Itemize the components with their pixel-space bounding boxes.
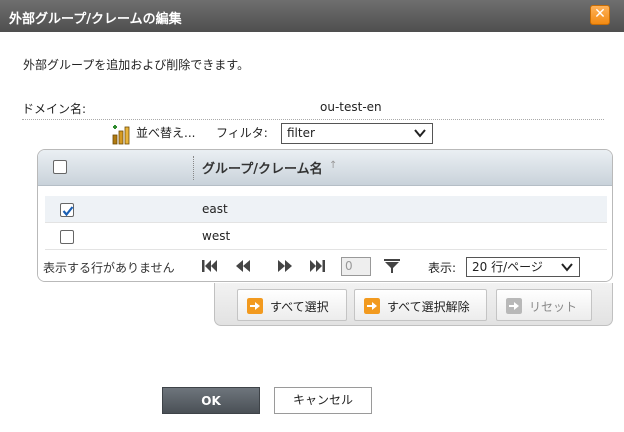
column-header-group-name[interactable]: グループ/クレーム名 — [202, 158, 323, 177]
page-number-input[interactable]: 0 — [341, 257, 371, 276]
per-page-value: 20 行/ページ — [472, 260, 543, 274]
sort-button[interactable]: 並べ替え... — [136, 124, 195, 141]
arrow-right-icon — [247, 298, 263, 314]
grid-footer: 表示する行がありません 0 表示: 20 行/ページ — [38, 250, 612, 281]
domain-row: ドメイン名: ou-test-en — [22, 98, 604, 120]
cancel-button[interactable]: キャンセル — [274, 387, 372, 414]
chevron-down-icon — [414, 129, 426, 138]
deselect-all-label: すべて選択解除 — [387, 300, 470, 314]
arrow-right-icon — [506, 298, 522, 314]
per-page-select[interactable]: 20 行/ページ — [466, 257, 580, 277]
group-grid: グループ/クレーム名 ↑ east west 表示する行がありません 0 表示:… — [37, 149, 613, 282]
grid-actions: すべて選択 すべて選択解除 リセット — [214, 283, 613, 326]
domain-value: ou-test-en — [320, 100, 382, 114]
column-divider — [193, 156, 194, 180]
select-all-checkbox[interactable] — [53, 160, 67, 174]
next-page-icon[interactable] — [276, 258, 294, 274]
row-name: west — [202, 229, 231, 243]
arrow-right-icon — [364, 298, 380, 314]
last-page-icon[interactable] — [308, 258, 326, 274]
row-name: east — [202, 202, 228, 216]
filter-select-value: filter — [287, 126, 315, 140]
chevron-down-icon — [561, 263, 573, 272]
deselect-all-button[interactable]: すべて選択解除 — [354, 289, 487, 321]
sort-icon[interactable] — [112, 125, 132, 145]
filter-icon[interactable] — [383, 258, 401, 274]
row-checkbox[interactable] — [60, 203, 74, 217]
domain-label: ドメイン名: — [22, 102, 87, 116]
select-all-label: すべて選択 — [270, 300, 329, 314]
first-page-icon[interactable] — [201, 258, 219, 274]
grid-header: グループ/クレーム名 ↑ — [38, 150, 612, 186]
ok-button[interactable]: OK — [162, 387, 260, 414]
dialog-title: 外部グループ/クレームの編集 — [9, 12, 182, 27]
dialog-titlebar: 外部グループ/クレームの編集 ✕ — [0, 0, 624, 32]
reset-button[interactable]: リセット — [496, 289, 592, 321]
previous-page-icon[interactable] — [234, 258, 252, 274]
row-checkbox[interactable] — [60, 230, 74, 244]
table-row[interactable]: west — [45, 223, 607, 250]
table-row[interactable]: east — [45, 196, 607, 223]
sort-arrow-icon: ↑ — [329, 160, 338, 171]
select-all-button[interactable]: すべて選択 — [237, 289, 347, 321]
per-page-label: 表示: — [428, 261, 457, 275]
empty-message: 表示する行がありません — [43, 261, 175, 275]
filter-select[interactable]: filter — [281, 123, 433, 144]
reset-label: リセット — [529, 300, 578, 314]
filter-label: フィルタ: — [216, 126, 268, 140]
close-icon[interactable]: ✕ — [590, 5, 610, 25]
dialog-description: 外部グループを追加および削除できます。 — [23, 58, 250, 72]
check-icon — [62, 206, 74, 217]
